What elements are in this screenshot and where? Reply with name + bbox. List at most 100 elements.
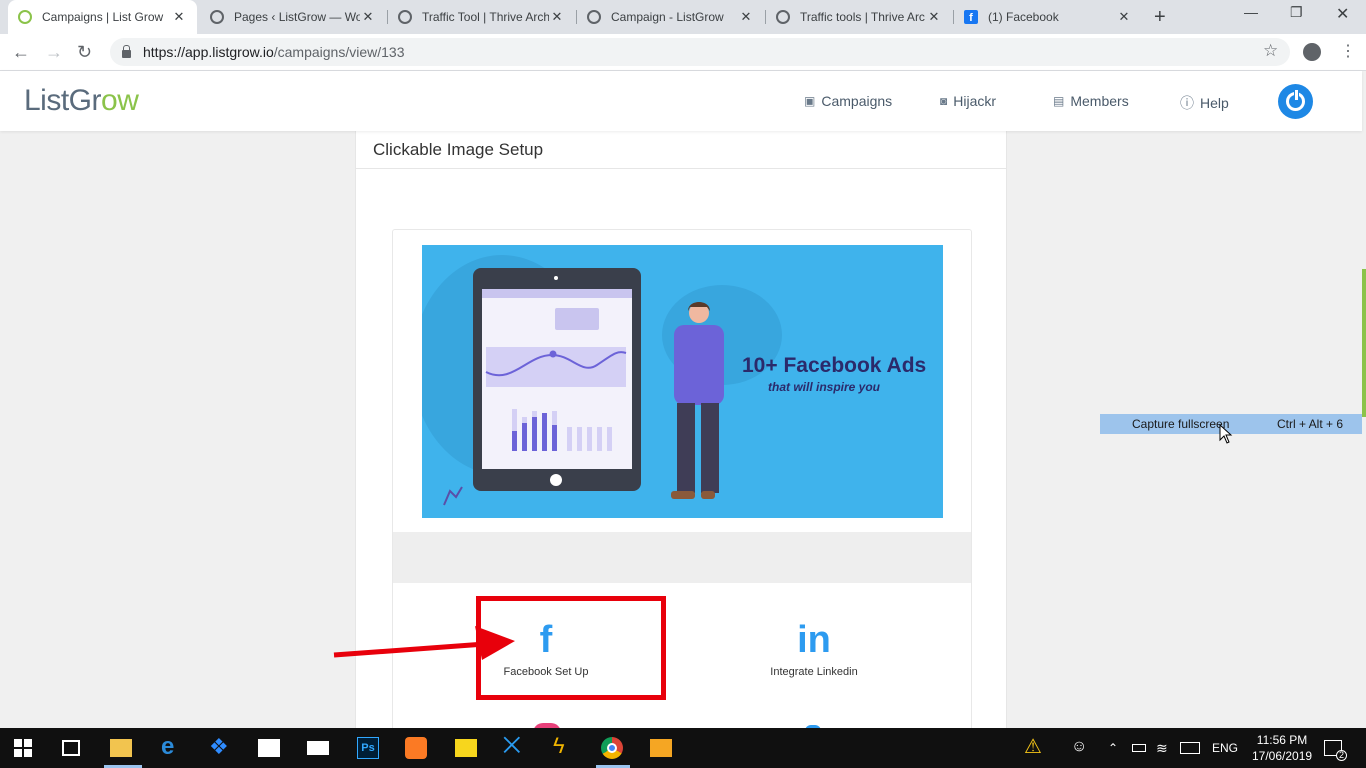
file-explorer-icon[interactable] [110,739,132,757]
nav-label: Help [1200,95,1229,111]
url-host: https://app.listgrow.io [143,44,274,60]
edge-icon[interactable]: e [161,733,183,760]
wifi-icon[interactable]: ≋ [1156,728,1168,768]
address-bar[interactable]: https://app.listgrow.io/campaigns/view/1… [110,38,1290,66]
close-icon[interactable]: ✕ [360,9,376,25]
globe-icon [398,10,412,24]
mouse-cursor-icon [1219,424,1233,444]
app-header: ListGrow ▣ Campaigns ◙ Hijackr ▤ Members… [0,71,1362,131]
windows-taskbar: e ❖ Ps ⨉ ϟ ⚠ ☺ ⌃ ≋ ENG 11:56 PM 17/06/20… [0,728,1366,768]
scrollbar-thumb[interactable] [1362,269,1366,417]
clock-date: 17/06/2019 [1252,749,1313,763]
listgrow-favicon-icon [18,10,32,24]
reload-button[interactable]: ↻ [77,42,92,63]
people-icon[interactable]: ☺ [1071,738,1093,760]
warning-tray-icon[interactable]: ⚠ [1024,734,1046,758]
id-card-icon: ▤ [1053,94,1065,108]
chrome-icon[interactable] [601,737,623,759]
tab-title: Campaign - ListGrow [611,10,724,24]
panel-header: Clickable Image Setup [356,131,1006,169]
globe-icon [776,10,790,24]
facebook-ads-banner-image[interactable]: 10+ Facebook Ads that will inspire you [422,245,943,518]
nav-members[interactable]: ▤ Members [1053,93,1129,109]
integrate-linkedin-label: Integrate Linkedin [770,666,858,678]
tab-title: Traffic tools | Thrive Arc [800,10,925,24]
maximize-button[interactable]: ❐ [1290,4,1303,21]
logo-text-part1: ListGr [24,84,102,117]
menu-kebab-icon[interactable]: ⋮ [1340,41,1356,61]
close-icon[interactable]: ✕ [171,9,187,25]
battery-icon[interactable] [1132,744,1146,752]
nav-label: Hijackr [953,93,997,109]
xampp-icon[interactable] [405,737,427,759]
panel-title: Clickable Image Setup [373,139,544,159]
tab-title: Campaigns | List Grow [42,10,164,24]
logo-text-part2: ow [101,84,139,117]
tab-pages[interactable]: Pages ‹ ListGrow — Wo ✕ [200,0,386,34]
back-button[interactable]: ← [12,42,30,63]
tooltip-shortcut: Ctrl + Alt + 6 [1277,417,1344,431]
dropbox-icon[interactable]: ❖ [209,734,231,759]
nav-help[interactable]: ⓘ Help [1180,93,1229,113]
nav-label: Campaigns [821,93,893,109]
tab-title: Traffic Tool | Thrive Arch [422,10,549,24]
windows-start-icon[interactable] [14,739,32,757]
close-icon[interactable]: ✕ [738,9,754,25]
minimize-button[interactable]: — [1244,4,1258,20]
nav-campaigns[interactable]: ▣ Campaigns [804,93,892,109]
mail-icon[interactable] [307,741,329,755]
photoshop-icon[interactable]: Ps [357,737,379,759]
clock[interactable]: 11:56 PM 17/06/2019 [1252,732,1312,764]
nav-hijackr[interactable]: ◙ Hijackr [940,93,996,109]
keyboard-icon[interactable] [1180,742,1200,754]
campaigns-icon: ▣ [804,94,816,108]
video-editor-icon[interactable] [650,739,672,757]
vscode-icon[interactable]: ⨉ [503,733,525,758]
linkedin-icon: in [797,619,831,661]
url-path: /campaigns/view/133 [273,44,405,60]
banner-illustration: 10+ Facebook Ads that will inspire you [422,255,926,506]
lock-icon[interactable] [122,45,131,58]
close-icon[interactable]: ✕ [1116,9,1132,25]
store-icon[interactable] [258,739,280,757]
banner-headline-text: 10+ Facebook Ads [742,354,926,377]
language-label: ENG [1212,741,1239,755]
action-center-icon[interactable]: 2 [1324,740,1347,761]
browser-toolbar: ← → ↻ https://app.listgrow.io/campaigns/… [0,34,1366,71]
clock-time: 11:56 PM [1256,733,1308,747]
tab-title: (1) Facebook [988,10,1059,24]
close-icon[interactable]: ✕ [549,9,565,25]
close-icon[interactable]: ✕ [926,9,942,25]
tab-traffic-tool[interactable]: Traffic Tool | Thrive Arch ✕ [388,0,575,34]
bookmark-star-icon[interactable]: ☆ [1263,41,1278,61]
page-scrollbar[interactable] [1362,71,1366,728]
tab-campaigns[interactable]: Campaigns | List Grow ✕ [8,0,197,34]
power-icon [1286,89,1305,111]
tray-chevron-icon[interactable]: ⌃ [1108,728,1118,768]
globe-icon [210,10,224,24]
tab-title: Pages ‹ ListGrow — Wo [234,10,360,24]
tab-campaign[interactable]: Campaign - ListGrow ✕ [577,0,764,34]
banner-subline-text: that will inspire you [768,380,881,394]
camera-icon: ◙ [940,94,948,108]
lightning-app-icon[interactable]: ϟ [553,733,575,758]
integrate-linkedin-button[interactable]: in Integrate Linkedin [729,618,899,698]
language-indicator[interactable]: ENG [1212,728,1238,768]
tab-traffic-tools[interactable]: Traffic tools | Thrive Arc ✕ [766,0,952,34]
tooltip-label: Capture fullscreen [1132,417,1230,431]
new-tab-button[interactable]: + [1154,6,1166,29]
listgrow-logo[interactable]: ListGrow [24,84,139,118]
close-window-button[interactable]: ✕ [1336,4,1349,24]
forward-button[interactable]: → [45,42,63,63]
nav-label: Members [1070,93,1129,109]
task-view-icon[interactable] [62,740,80,756]
sticky-notes-icon[interactable] [455,739,477,757]
power-logout-button[interactable] [1278,84,1313,119]
info-icon: ⓘ [1180,95,1194,111]
grey-divider-band [393,532,971,583]
notification-count-badge: 2 [1336,750,1347,761]
browser-tab-strip: Campaigns | List Grow ✕ Pages ‹ ListGrow… [0,0,1366,34]
tab-facebook[interactable]: f (1) Facebook ✕ [954,0,1142,34]
red-arrow-annotation [333,626,515,660]
profile-avatar-icon[interactable] [1303,43,1321,61]
